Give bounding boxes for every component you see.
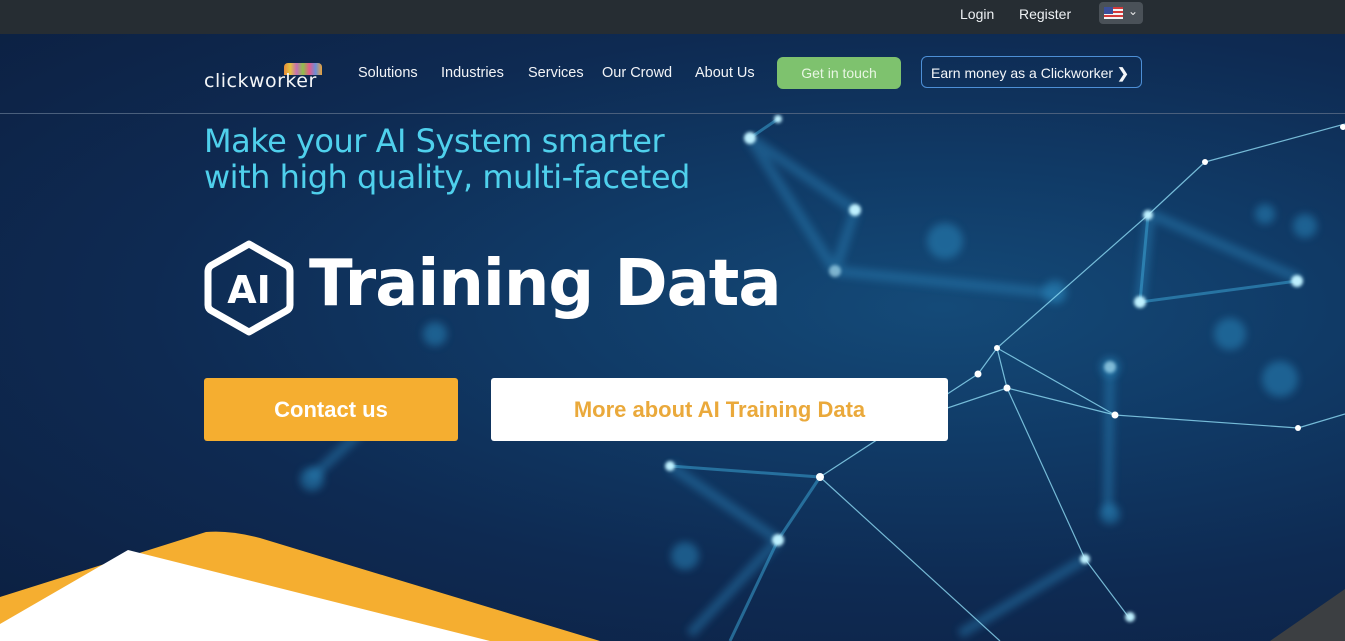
header-divider [0,113,1345,114]
ai-hexagon-icon: AI [204,240,294,336]
chevron-down-icon: ⌄ [1128,4,1139,18]
chevron-right-icon: ❯ [1117,65,1129,81]
hero-title-text: Training Data [309,247,782,321]
us-flag-icon [1104,7,1123,19]
ai-badge-text: AI [227,268,271,312]
earn-money-button[interactable]: Earn money as a Clickworker ❯ [921,56,1142,88]
hero-subheading: Make your AI System smarter with high qu… [204,123,690,195]
subheading-line-1: Make your AI System smarter [204,122,665,160]
nav-services[interactable]: Services [528,65,584,81]
language-selector[interactable]: ⌄ [1099,2,1143,24]
top-bar: Login Register ⌄ [0,0,1345,34]
login-link[interactable]: Login [960,6,994,22]
nav-industries[interactable]: Industries [441,65,504,81]
earn-money-label: Earn money as a Clickworker [931,65,1114,81]
contact-us-button[interactable]: Contact us [204,378,458,441]
hero-section: clickworker Solutions Industries Service… [0,34,1345,641]
more-about-ai-training-data-button[interactable]: More about AI Training Data [491,378,948,441]
nav-our-crowd[interactable]: Our Crowd [602,65,672,81]
clickworker-logo[interactable]: clickworker [204,62,324,94]
nav-solutions[interactable]: Solutions [358,65,418,81]
decorative-gray-corner [1270,589,1345,641]
logo-text: clickworker [204,70,317,92]
register-link[interactable]: Register [1019,6,1071,22]
nav-about-us[interactable]: About Us [695,65,755,81]
get-in-touch-button[interactable]: Get in touch [777,57,901,89]
subheading-line-2: with high quality, multi-faceted [204,158,690,196]
